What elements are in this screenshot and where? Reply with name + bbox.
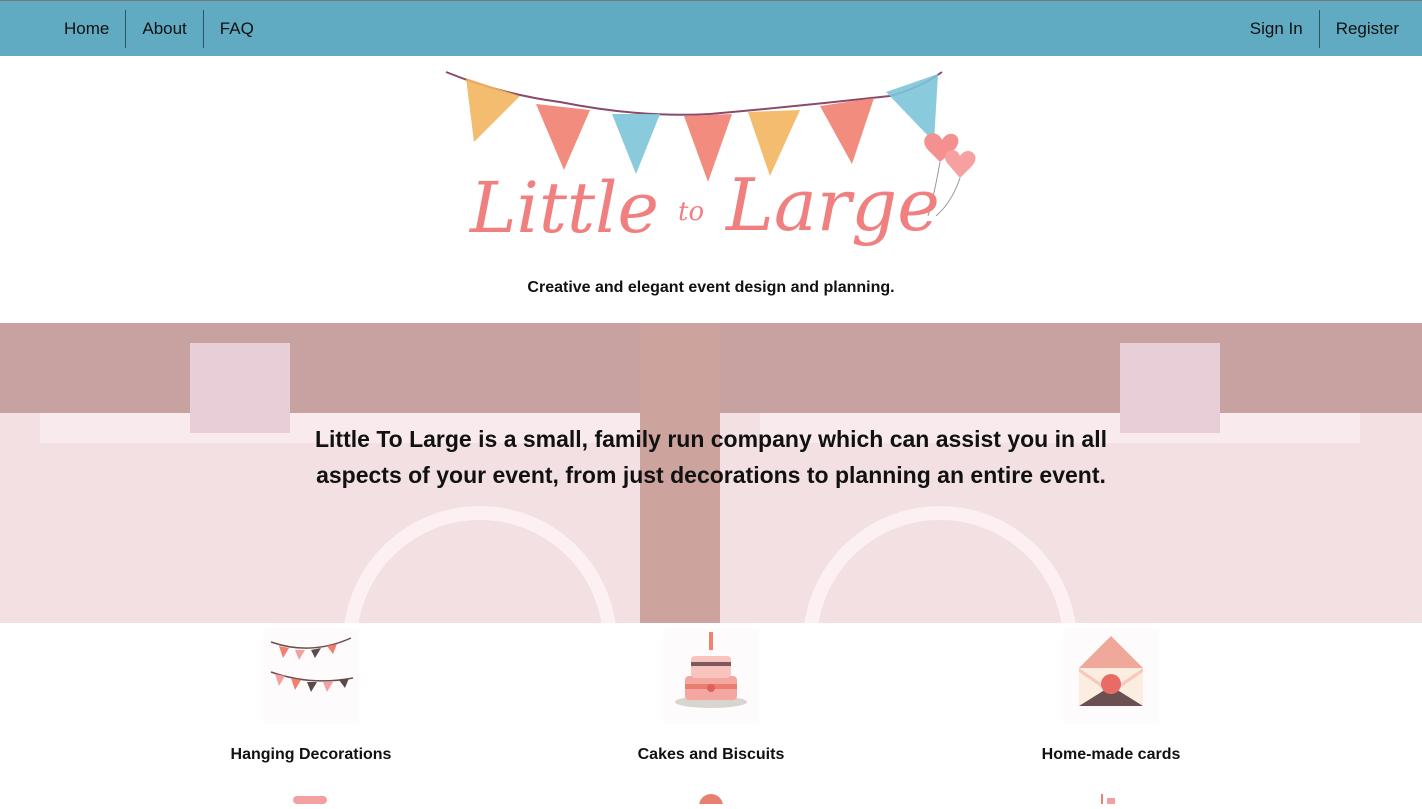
logo-word-little: Little xyxy=(468,167,659,249)
service-cakes-and-biscuits[interactable]: Cakes and Biscuits xyxy=(561,628,861,764)
heart-balloon-icon xyxy=(945,150,976,178)
pennant-shape xyxy=(886,74,938,142)
pennant-shape xyxy=(536,104,590,170)
hero-description: Little To Large is a small, family run c… xyxy=(314,426,1108,488)
service-label: Home-made cards xyxy=(1041,746,1181,763)
service-hanging-decorations[interactable]: Hanging Decorations xyxy=(161,628,461,764)
site-logo[interactable]: Little to Large xyxy=(440,66,985,262)
nav-right-group: Sign In Register xyxy=(1234,10,1415,48)
nav-about-link[interactable]: About xyxy=(126,10,202,48)
hero-banner: Little To Large is a small, family run c… xyxy=(0,323,1422,623)
nav-sign-in-link[interactable]: Sign In xyxy=(1234,10,1319,48)
cake-icon xyxy=(663,628,759,724)
nav-left-group: Home About FAQ xyxy=(48,10,270,48)
nav-faq-link[interactable]: FAQ xyxy=(204,10,270,48)
next-service-thumbnail xyxy=(263,791,359,804)
nav-register-link[interactable]: Register xyxy=(1320,10,1415,48)
service-home-made-cards[interactable]: Home-made cards xyxy=(961,628,1261,764)
bunting-logo-graphic: Little to Large xyxy=(445,71,976,249)
next-service-thumbnail xyxy=(1063,791,1159,804)
bunting-icon xyxy=(263,628,359,724)
nav-home-link[interactable]: Home xyxy=(48,10,125,48)
logo-word-to: to xyxy=(678,197,704,227)
pennant-shape xyxy=(820,98,874,164)
pennant-shape xyxy=(466,78,520,142)
top-navbar: Home About FAQ Sign In Register xyxy=(0,0,1422,56)
envelope-icon xyxy=(1063,628,1159,724)
service-label: Cakes and Biscuits xyxy=(637,746,785,763)
logo-word-large: Large xyxy=(724,163,940,247)
service-label: Hanging Decorations xyxy=(230,746,392,763)
tagline: Creative and elegant event design and pl… xyxy=(527,279,895,296)
pennant-shape xyxy=(612,114,660,174)
next-service-thumbnail xyxy=(663,791,759,809)
pennant-shape xyxy=(684,114,732,182)
